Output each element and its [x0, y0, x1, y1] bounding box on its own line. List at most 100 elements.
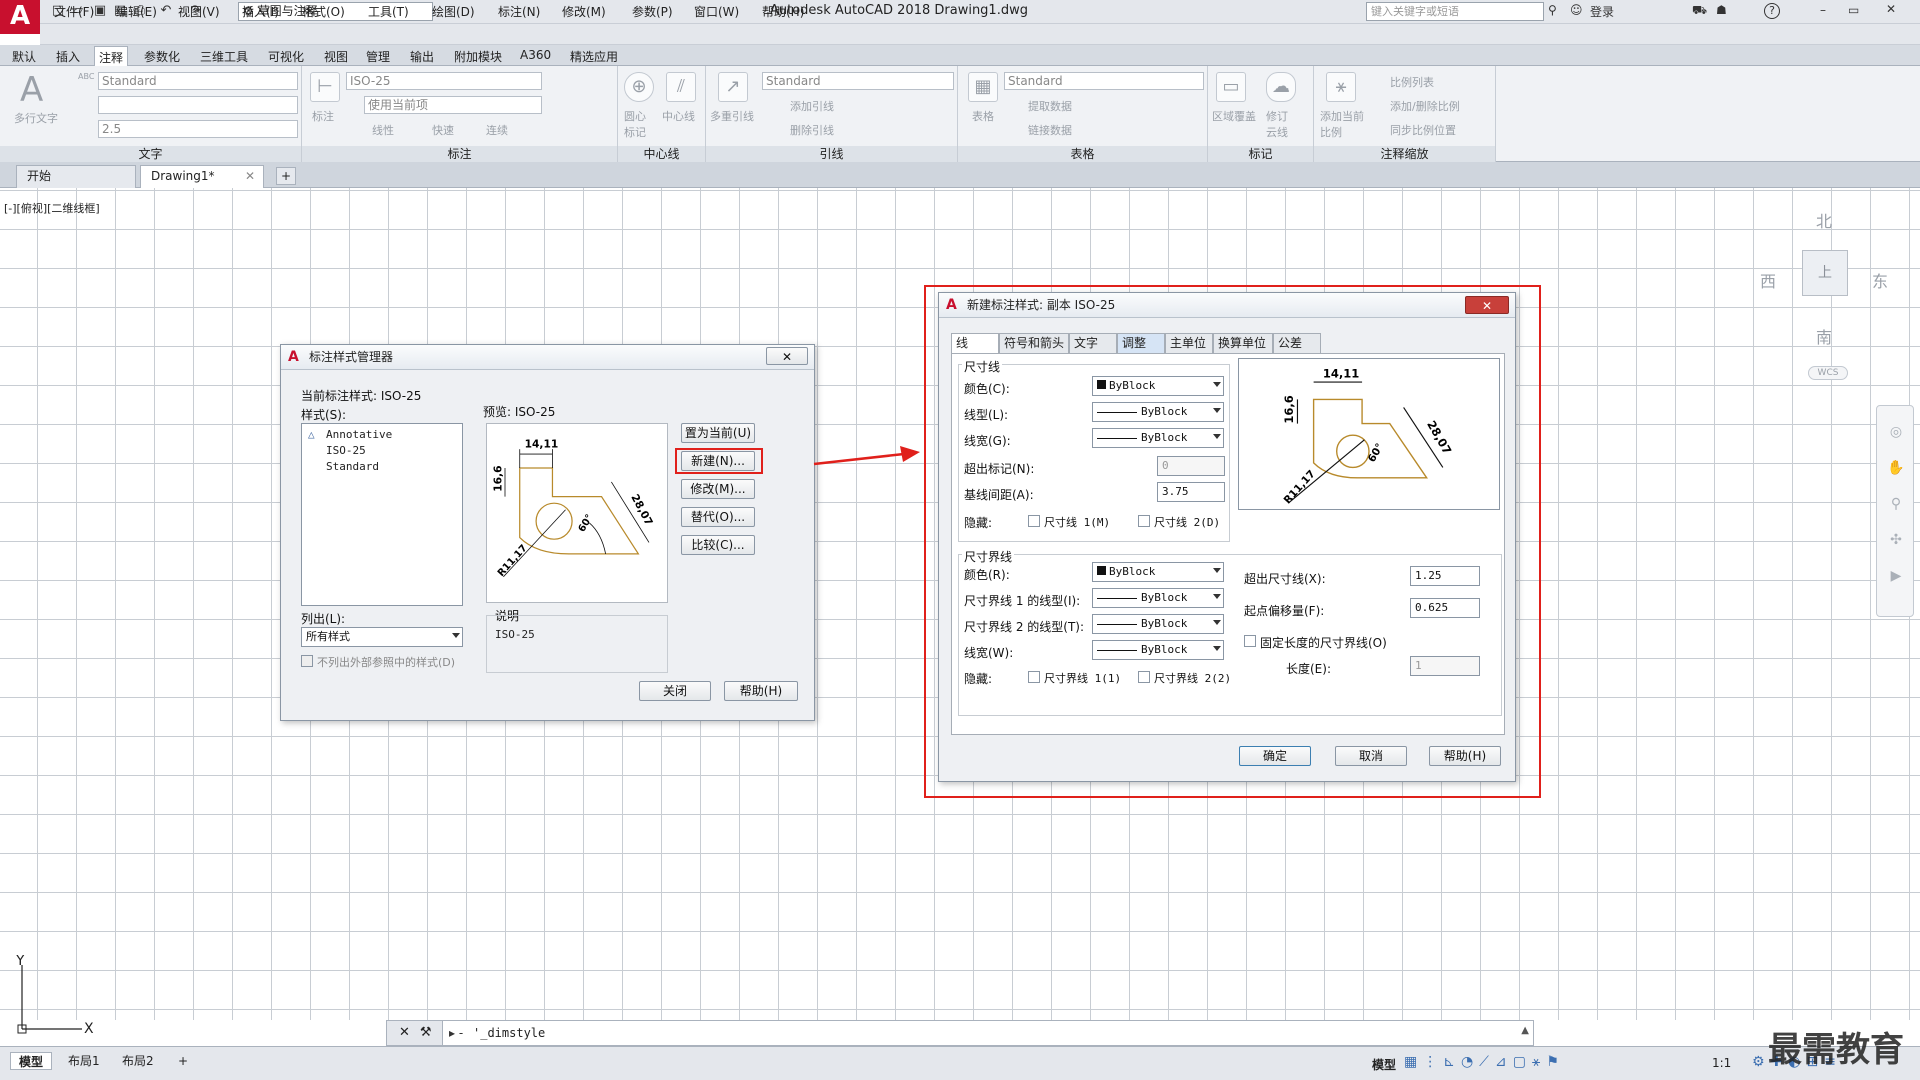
compass-south[interactable]: 南	[1816, 324, 1832, 348]
tab-visualize[interactable]: 可视化	[264, 48, 308, 65]
menu-help[interactable]: 帮助(H)	[762, 3, 804, 20]
menu-edit[interactable]: 编辑(E)	[116, 3, 157, 20]
add-leader-button[interactable]: 添加引线	[790, 98, 834, 114]
orbit-icon[interactable]: ✣	[1887, 532, 1905, 550]
compass-west[interactable]: 西	[1760, 268, 1776, 292]
mleader-style-select[interactable]: Standard	[762, 72, 954, 90]
multileader-icon[interactable]: ↗	[718, 72, 748, 102]
maximize-button[interactable]: ▭	[1848, 3, 1868, 17]
tab-drawing1[interactable]: Drawing1* ✕	[140, 165, 264, 188]
menu-file[interactable]: 文件(F)	[54, 3, 94, 20]
close-window-button[interactable]: ✕	[1878, 2, 1904, 20]
undo-icon[interactable]: ↶	[158, 3, 174, 19]
tab-view[interactable]: 视图	[320, 48, 352, 65]
ok-button[interactable]: 确定	[1239, 746, 1311, 766]
text-height-select[interactable]: 2.5	[98, 120, 298, 138]
scale-list-button[interactable]: 比例列表	[1390, 74, 1434, 90]
tab-start[interactable]: 开始	[16, 165, 136, 188]
continue-button[interactable]: 连续	[486, 122, 508, 138]
centerline-icon[interactable]: ⫽	[666, 72, 696, 102]
wipeout-icon[interactable]: ▭	[1216, 72, 1246, 102]
mtext-label[interactable]: 多行文字	[14, 110, 58, 126]
menu-insert[interactable]: 插入(I)	[242, 3, 279, 20]
zoom-icon[interactable]: ⚲	[1887, 496, 1905, 514]
command-history-icon[interactable]: ▲	[1521, 1025, 1529, 1036]
tab-featured-apps[interactable]: 精选应用	[566, 48, 622, 65]
menu-view[interactable]: 视图(V)	[178, 3, 220, 20]
xref-checkbox[interactable]	[301, 655, 313, 667]
dim-layer-select[interactable]: 使用当前项	[364, 96, 542, 114]
user-icon[interactable]: ☺	[1570, 3, 1583, 17]
text-style-select[interactable]: Standard	[98, 72, 298, 90]
close-cmd-icon[interactable]: ✕	[399, 1025, 420, 1040]
autocad-logo-icon[interactable]: A	[0, 0, 40, 34]
mtext-icon[interactable]: A	[20, 70, 43, 110]
dl-extend-spinner[interactable]: 0	[1157, 456, 1225, 476]
sync-scale-button[interactable]: 同步比例位置	[1390, 122, 1456, 138]
new-tab-button[interactable]: +	[276, 167, 296, 185]
el-fixed-length-checkbox[interactable]	[1244, 635, 1256, 647]
dsm-close-button[interactable]: 关闭	[639, 681, 711, 701]
layout-tab-1[interactable]: 布局1	[60, 1052, 108, 1070]
showmotion-icon[interactable]: ▶	[1887, 568, 1905, 586]
add-delete-scale-button[interactable]: 添加/删除比例	[1390, 98, 1460, 114]
override-style-button[interactable]: 替代(O)...	[681, 507, 755, 527]
extract-data-button[interactable]: 提取数据	[1028, 98, 1072, 114]
tab-a360[interactable]: A360	[516, 48, 555, 65]
compare-style-button[interactable]: 比较(C)...	[681, 535, 755, 555]
tab-lines[interactable]: 线	[951, 333, 999, 354]
find-text-input[interactable]	[98, 96, 298, 114]
new-style-button[interactable]: 新建(N)...	[681, 451, 755, 471]
tab-parametric[interactable]: 参数化	[140, 48, 184, 65]
el-lineweight-select[interactable]: ByBlock	[1092, 640, 1224, 660]
exchange-icon[interactable]: ☗	[1716, 3, 1727, 17]
cart-icon[interactable]: ⛟	[1692, 3, 1707, 19]
linear-button[interactable]: 线性	[372, 122, 394, 138]
el-suppress1-checkbox[interactable]	[1028, 671, 1040, 683]
save-icon[interactable]: ▣	[92, 3, 108, 19]
el-length-spinner[interactable]: 1	[1410, 656, 1480, 676]
tab-manage[interactable]: 管理	[362, 48, 394, 65]
dim-panel-title[interactable]: 标注	[302, 146, 617, 162]
viewcube-top-face[interactable]: 上	[1802, 250, 1848, 296]
tab-output[interactable]: 输出	[406, 48, 438, 65]
dim-style-select[interactable]: ISO-25	[346, 72, 542, 90]
table-style-select[interactable]: Standard	[1004, 72, 1204, 90]
spell-check-icon[interactable]: ABC	[78, 72, 94, 81]
binoculars-icon[interactable]: ⚲	[1548, 3, 1557, 17]
layout-tab-2[interactable]: 布局2	[114, 1052, 162, 1070]
menu-draw[interactable]: 绘图(D)	[432, 3, 475, 20]
leader-panel-title[interactable]: 引线	[706, 146, 957, 162]
table-icon[interactable]: ▦	[968, 72, 998, 102]
el-color-select[interactable]: ByBlock	[1092, 562, 1224, 582]
style-item-iso25[interactable]: ISO-25	[326, 444, 366, 457]
command-input[interactable]: '_dimstyle	[473, 1026, 545, 1040]
cancel-button[interactable]: 取消	[1335, 746, 1407, 766]
styles-list[interactable]: △ Annotative ISO-25 Standard	[301, 423, 463, 606]
tab-text[interactable]: 文字	[1069, 333, 1117, 353]
dl-lineweight-select[interactable]: ByBlock	[1092, 428, 1224, 448]
model-space-button[interactable]: 模型	[1372, 1056, 1396, 1073]
revcloud-icon[interactable]: ☁	[1266, 72, 1296, 102]
menu-dimension[interactable]: 标注(N)	[498, 3, 540, 20]
customize-cmd-icon[interactable]: ⚒	[420, 1025, 442, 1040]
tab-alternate-units[interactable]: 换算单位	[1213, 333, 1273, 353]
el-lt2-select[interactable]: ByBlock	[1092, 614, 1224, 634]
dl-suppress2-checkbox[interactable]	[1138, 515, 1150, 527]
add-scale-icon[interactable]: ⚹	[1326, 72, 1356, 102]
help-icon[interactable]: ?	[1764, 3, 1780, 19]
viewport-controls[interactable]: [-][俯视][二维线框]	[4, 200, 100, 216]
steering-wheel-icon[interactable]: ◎	[1887, 424, 1905, 442]
style-item-annotative[interactable]: Annotative	[326, 428, 392, 441]
el-lt1-select[interactable]: ByBlock	[1092, 588, 1224, 608]
dsm-close-icon[interactable]: ✕	[766, 347, 808, 365]
el-beyond-spinner[interactable]: 1.25	[1410, 566, 1480, 586]
tab-3d-tools[interactable]: 三维工具	[196, 48, 252, 65]
wcs-menu[interactable]: WCS	[1808, 366, 1848, 380]
style-item-standard[interactable]: Standard	[326, 460, 379, 473]
dsm-help-button[interactable]: 帮助(H)	[724, 681, 798, 701]
tab-insert[interactable]: 插入	[52, 48, 84, 65]
nds-help-button[interactable]: 帮助(H)	[1429, 746, 1501, 766]
compass-north[interactable]: 北	[1816, 208, 1832, 232]
text-panel-title[interactable]: 文字	[0, 146, 301, 162]
